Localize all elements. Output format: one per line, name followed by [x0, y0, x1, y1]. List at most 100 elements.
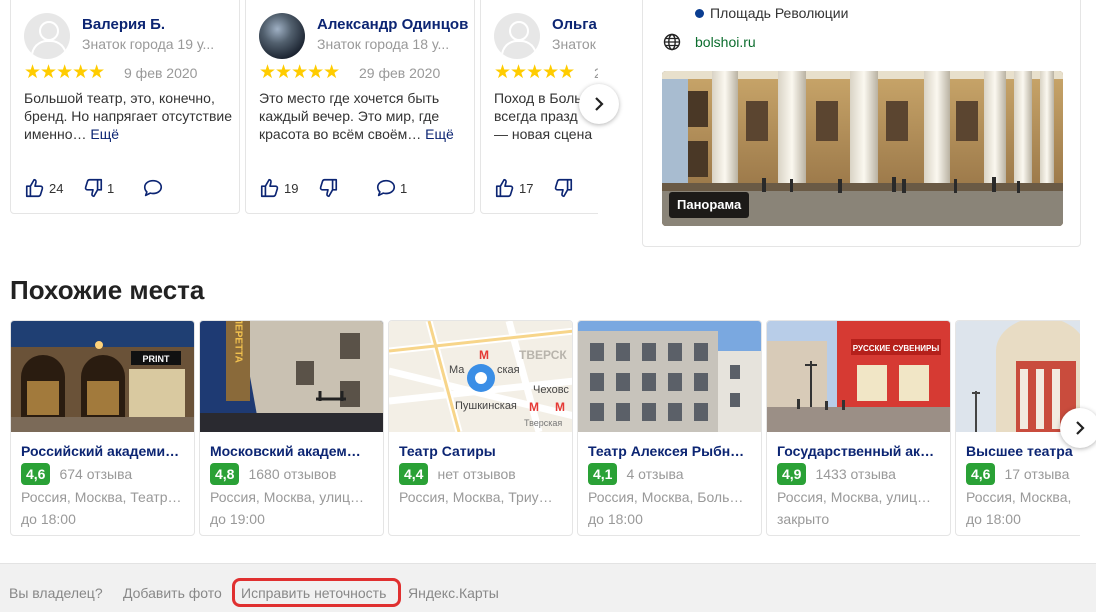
like-count: 17 — [519, 180, 534, 196]
avatar[interactable] — [24, 13, 70, 59]
place-name[interactable]: Театр Сатиры — [399, 443, 569, 459]
website-link[interactable]: bolshoi.ru — [695, 34, 756, 50]
place-photo — [578, 321, 761, 432]
rating-badge: 4,1 — [588, 463, 618, 485]
more-link[interactable]: Ещё — [425, 126, 454, 142]
place-address: Россия, Москва, Триу… — [399, 489, 553, 505]
thumbs-down-icon — [84, 178, 103, 198]
place-photo: ОПЕРЕТТА — [200, 321, 383, 432]
metro-icon: М — [529, 400, 539, 414]
place-address: Россия, Москва, улиц… — [210, 489, 364, 505]
map-station-label: Чеховс — [533, 384, 569, 396]
review-date: 29 фев 2020 — [359, 65, 441, 81]
reviewer-name[interactable]: Ольга — [552, 16, 597, 33]
place-sign-text: ОПЕРЕТТА — [233, 321, 244, 363]
metro-station[interactable]: Площадь Революции — [695, 5, 848, 21]
place-name[interactable]: Государственный ак… — [777, 443, 947, 459]
dislike-button[interactable] — [552, 177, 574, 199]
review-count: 1680 отзывов — [248, 466, 337, 482]
place-card[interactable]: ОПЕРЕТТА Московский академ… 4,8 1680 отзы… — [199, 320, 384, 536]
comment-button[interactable] — [142, 177, 164, 199]
places-next-button[interactable] — [1060, 408, 1096, 448]
like-count: 24 — [49, 180, 64, 196]
review-date: 9 фев 2020 — [124, 65, 198, 81]
rating-stars: ★★★★★ — [494, 62, 575, 83]
like-button[interactable]: 19 — [259, 177, 298, 199]
metro-icon: М — [479, 348, 489, 362]
rating-badge: 4,8 — [210, 463, 240, 485]
review-count: 17 отзыва — [1004, 466, 1070, 482]
place-photo — [956, 321, 1080, 432]
dislike-button[interactable]: 1 — [82, 177, 114, 199]
comment-button[interactable]: 1 — [375, 177, 407, 199]
place-hours: до 18:00 — [966, 511, 1021, 527]
place-rating-row: 4,9 1433 отзыва — [777, 463, 896, 485]
avatar[interactable] — [259, 13, 305, 59]
rating-badge: 4,4 — [399, 463, 429, 485]
website-row: bolshoi.ru — [663, 33, 756, 51]
place-name[interactable]: Высшее театра — [966, 443, 1080, 459]
place-name[interactable]: Театр Алексея Рыбн… — [588, 443, 758, 459]
chevron-right-icon — [1076, 421, 1085, 435]
avatar[interactable] — [494, 13, 540, 59]
rating-badge: 4,6 — [966, 463, 996, 485]
more-link[interactable]: Ещё — [90, 126, 119, 142]
place-rating-row: 4,1 4 отзыва — [588, 463, 684, 485]
section-title: Похожие места — [10, 275, 205, 305]
metro-line-icon — [695, 8, 704, 18]
info-panel: Площадь Революции bolshoi.ru Панорама — [642, 0, 1081, 247]
place-card[interactable]: РУССКИЕ СУВЕНИРЫ Государственный ак… 4,9… — [766, 320, 951, 536]
panorama-label: Панорама — [669, 192, 750, 218]
dislike-count: 1 — [107, 180, 115, 196]
map-station-label: Ма — [449, 364, 465, 376]
comment-icon — [143, 179, 163, 197]
place-address: Россия, Москва, Театр… — [21, 489, 182, 505]
dislike-button[interactable] — [317, 177, 339, 199]
highlight-box — [232, 578, 401, 607]
owner-link[interactable]: Вы владелец? — [9, 585, 103, 601]
review-card: Валерия Б. Знаток города 19 у... ★★★★★ 9… — [10, 0, 240, 214]
panorama-preview[interactable]: Панорама — [662, 71, 1063, 226]
rating-stars: ★★★★★ — [24, 62, 105, 83]
like-button[interactable]: 17 — [494, 177, 533, 199]
place-card[interactable]: Театр Алексея Рыбн… 4,1 4 отзыва Россия, … — [577, 320, 762, 536]
place-address: Россия, Москва, Боль… — [588, 489, 744, 505]
thumbs-down-icon — [554, 178, 573, 198]
review-count: нет отзывов — [437, 466, 516, 482]
place-hours: до 18:00 — [21, 511, 76, 527]
place-name[interactable]: Московский академ… — [210, 443, 380, 459]
place-hours: до 18:00 — [588, 511, 643, 527]
metro-name: Площадь Революции — [710, 5, 849, 21]
reviewer-name[interactable]: Александр Одинцов — [317, 16, 468, 33]
thumbs-up-icon — [25, 178, 44, 198]
place-map: ТВЕРСК Ма ская Чеховс Пушкинская Тверска… — [389, 321, 572, 432]
review-date: 2 — [594, 65, 598, 81]
place-name[interactable]: Российский академи… — [21, 443, 191, 459]
reviewer-status: Знаток г — [552, 36, 598, 52]
reviews-next-button[interactable] — [579, 84, 619, 124]
place-rating-row: 4,4 нет отзывов — [399, 463, 516, 485]
reviewer-name[interactable]: Валерия Б. — [82, 16, 165, 33]
rating-badge: 4,9 — [777, 463, 807, 485]
place-rating-row: 4,6 674 отзыва — [21, 463, 132, 485]
place-card[interactable]: PRINT Российский академи… 4,6 674 отзыва … — [10, 320, 195, 536]
place-hours: до 19:00 — [210, 511, 265, 527]
yandex-maps-link[interactable]: Яндекс.Карты — [408, 585, 499, 601]
like-button[interactable]: 24 — [24, 177, 63, 199]
review-count: 4 отзыва — [626, 466, 684, 482]
thumbs-down-icon — [319, 178, 338, 198]
review-text-body: Большой театр, это, конечно, бренд. Но н… — [24, 90, 233, 142]
place-photo: PRINT — [11, 321, 194, 432]
add-photo-link[interactable]: Добавить фото — [123, 585, 222, 601]
map-street-label: Тверская — [524, 418, 562, 428]
map-station-label: ская — [497, 364, 520, 376]
review-text: Это место где хочется быть каждый вечер.… — [259, 89, 469, 143]
footer: Вы владелец? Добавить фото Исправить нет… — [0, 563, 1096, 612]
place-hours: закрыто — [777, 511, 830, 527]
place-address: Россия, Москва, улиц… — [777, 489, 931, 505]
place-card[interactable]: ТВЕРСК Ма ская Чеховс Пушкинская Тверска… — [388, 320, 573, 536]
reviewer-status: Знаток города 18 у... — [317, 36, 450, 52]
place-sign-text: PRINT — [143, 354, 171, 364]
review-text: Большой театр, это, конечно, бренд. Но н… — [24, 89, 234, 143]
thumbs-up-icon — [260, 178, 279, 198]
